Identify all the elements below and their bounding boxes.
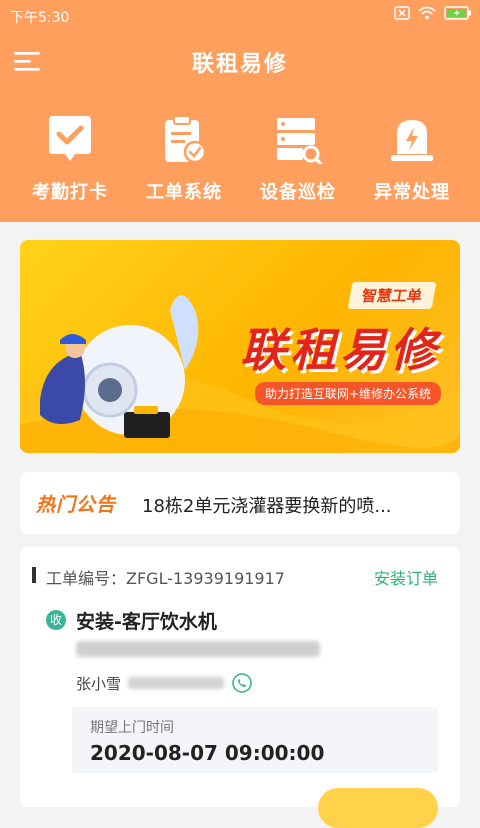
quick-action-label: 异常处理 <box>374 182 450 203</box>
quick-action-label: 设备巡检 <box>260 182 336 203</box>
order-card[interactable]: 工单编号：ZFGL-13939191917 安装订单 收 安装-客厅饮水机 张小… <box>20 547 460 828</box>
status-icons <box>394 6 472 20</box>
quick-action-label: 工单系统 <box>146 182 222 203</box>
notice-bar[interactable]: 热门公告 18栋2单元浇灌器要换新的喷... <box>20 472 460 534</box>
customer-name: 张小雪 <box>76 675 122 693</box>
sim-off-icon <box>394 6 410 20</box>
order-number-row: 工单编号：ZFGL-13939191917 <box>46 565 285 589</box>
banner-tag: 智慧工单 <box>347 282 437 309</box>
expected-time-box: 期望上门时间 2020-08-07 09:00:00 <box>72 707 438 773</box>
server-search-icon <box>277 118 323 166</box>
phone-icon[interactable] <box>232 673 252 693</box>
status-time: 下午5:30 <box>10 10 70 26</box>
order-accent-bar <box>32 567 36 583</box>
notice-text[interactable]: 18栋2单元浇灌器要换新的喷... <box>142 492 442 518</box>
banner-subtitle: 助力打造互联网+维修办公系统 <box>255 382 442 405</box>
quick-action-workorder[interactable]: 工单系统 <box>128 114 240 204</box>
expected-time-value: 2020-08-07 09:00:00 <box>90 741 325 765</box>
promo-banner[interactable]: 智慧工单 联租易修 助力打造互联网+维修办公系统 <box>20 240 460 453</box>
status-bar: 下午5:30 <box>0 0 480 32</box>
order-number-label: 工单编号： <box>46 569 127 588</box>
header: 联租易修 考勤打卡 工单系统 设备巡检 异常处理 <box>0 32 480 222</box>
quick-action-exception[interactable]: 异常处理 <box>356 114 468 204</box>
notice-tag: 热门公告 <box>36 494 117 516</box>
phone-redacted <box>128 677 224 689</box>
quick-action-label: 考勤打卡 <box>32 182 108 203</box>
wifi-icon <box>418 6 436 20</box>
alarm-light-icon <box>391 120 433 161</box>
app-title: 联租易修 <box>191 52 288 77</box>
quick-action-inspection[interactable]: 设备巡检 <box>242 114 354 204</box>
address-redacted <box>76 641 320 657</box>
expected-time-label: 期望上门时间 <box>90 720 174 736</box>
battery-icon <box>444 6 471 20</box>
clipboard-check-icon <box>165 115 207 164</box>
order-type: 安装订单 <box>373 569 438 588</box>
banner-title: 联租易修 <box>240 323 440 377</box>
receive-badge: 收 <box>46 610 66 630</box>
order-number: ZFGL-13939191917 <box>126 569 285 588</box>
checkin-icon <box>49 116 91 161</box>
order-title: 安装-客厅饮水机 <box>76 611 217 633</box>
order-action-button[interactable] <box>318 788 438 828</box>
quick-action-checkin[interactable]: 考勤打卡 <box>14 114 126 204</box>
